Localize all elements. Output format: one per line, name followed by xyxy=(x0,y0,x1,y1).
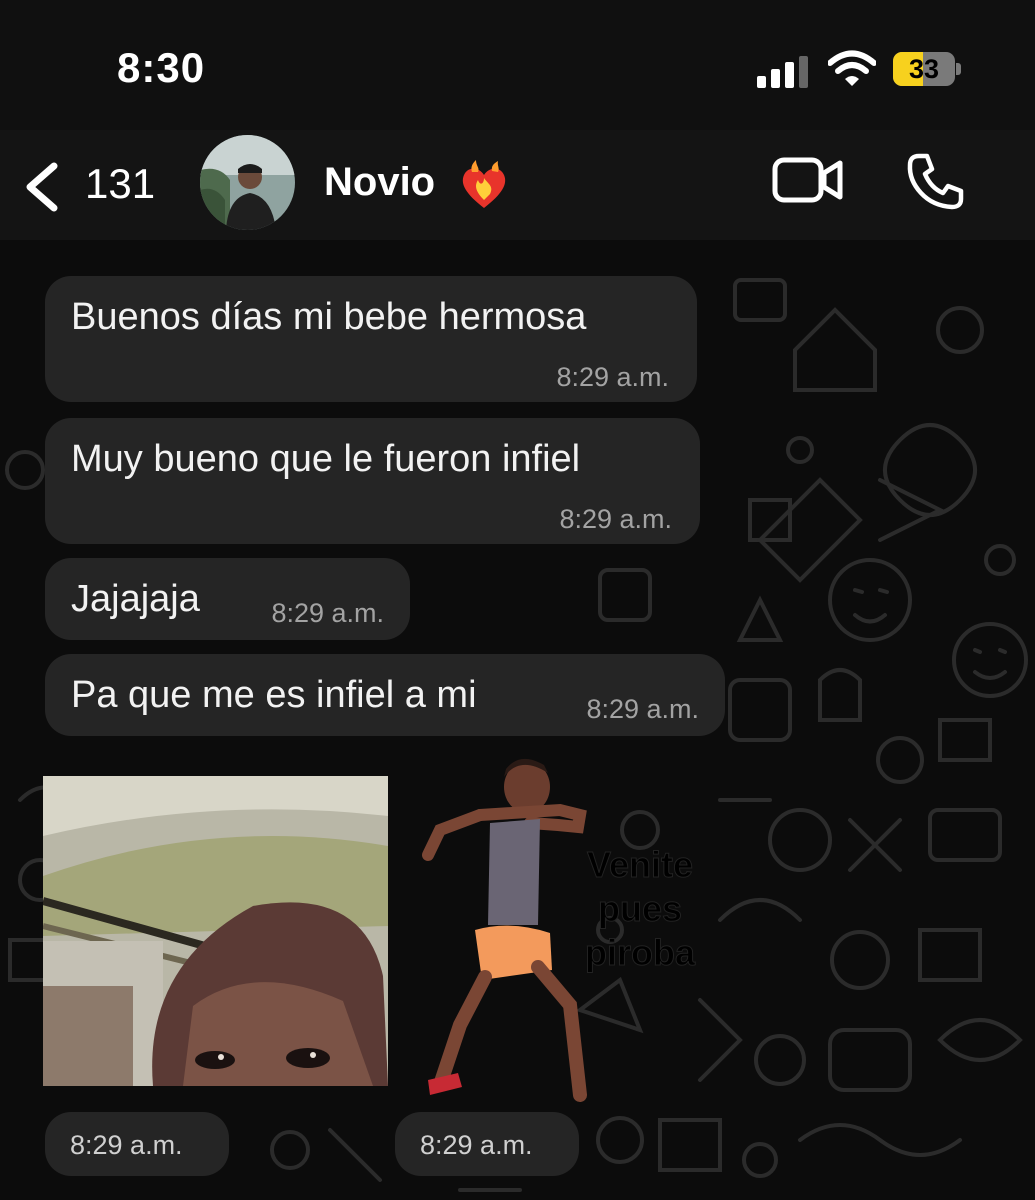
battery-percent: 33 xyxy=(908,54,940,84)
message-timestamp: 8:29 a.m. xyxy=(586,694,699,724)
message-text: Buenos días mi bebe hermosa xyxy=(71,296,587,338)
message-bubble[interactable]: Muy bueno que le fueron infiel 8:29 a.m. xyxy=(45,418,700,544)
message-timestamp: 8:29 a.m. xyxy=(556,362,669,392)
back-unread-count[interactable]: 131 xyxy=(85,160,155,208)
message-text: Pa que me es infiel a mi xyxy=(71,674,477,716)
message-timestamp: 8:29 a.m. xyxy=(559,504,672,534)
video-thumbnail[interactable] xyxy=(43,776,388,1086)
cellular-signal-icon xyxy=(757,56,808,88)
message-text: Jajajaja xyxy=(71,578,200,620)
media-timestamp-pill: 8:29 a.m. xyxy=(395,1112,579,1176)
message-timestamp: 8:29 a.m. xyxy=(70,1130,183,1160)
chat-area[interactable]: Buenos días mi bebe hermosa 8:29 a.m. Mu… xyxy=(0,240,1035,1200)
back-chevron-icon[interactable] xyxy=(22,162,62,212)
battery-icon: 33 xyxy=(893,52,961,88)
media-timestamp-pill: 8:29 a.m. xyxy=(45,1112,229,1176)
status-bar: 8:30 33 xyxy=(0,0,1035,130)
message-timestamp: 8:29 a.m. xyxy=(420,1130,533,1160)
message-bubble[interactable]: Pa que me es infiel a mi 8:29 a.m. xyxy=(45,654,725,736)
phone-call-icon[interactable] xyxy=(905,152,965,212)
contact-name[interactable]: Novio xyxy=(324,160,435,205)
message-bubble[interactable]: Buenos días mi bebe hermosa 8:29 a.m. xyxy=(45,276,697,402)
message-text: Muy bueno que le fueron infiel xyxy=(71,438,581,480)
message-timestamp: 8:29 a.m. xyxy=(271,598,384,628)
message-bubble[interactable]: Jajajaja 8:29 a.m. xyxy=(45,558,410,640)
status-time: 8:30 xyxy=(117,44,206,91)
sticker[interactable]: Venite pues piroba xyxy=(420,755,720,1105)
heart-on-fire-icon xyxy=(462,160,506,208)
wifi-icon xyxy=(828,50,876,86)
sticker-caption: Venite pues piroba xyxy=(584,844,695,974)
video-call-icon[interactable] xyxy=(772,155,844,205)
contact-avatar[interactable] xyxy=(200,135,295,230)
chat-header: 131 Novio xyxy=(0,130,1035,240)
